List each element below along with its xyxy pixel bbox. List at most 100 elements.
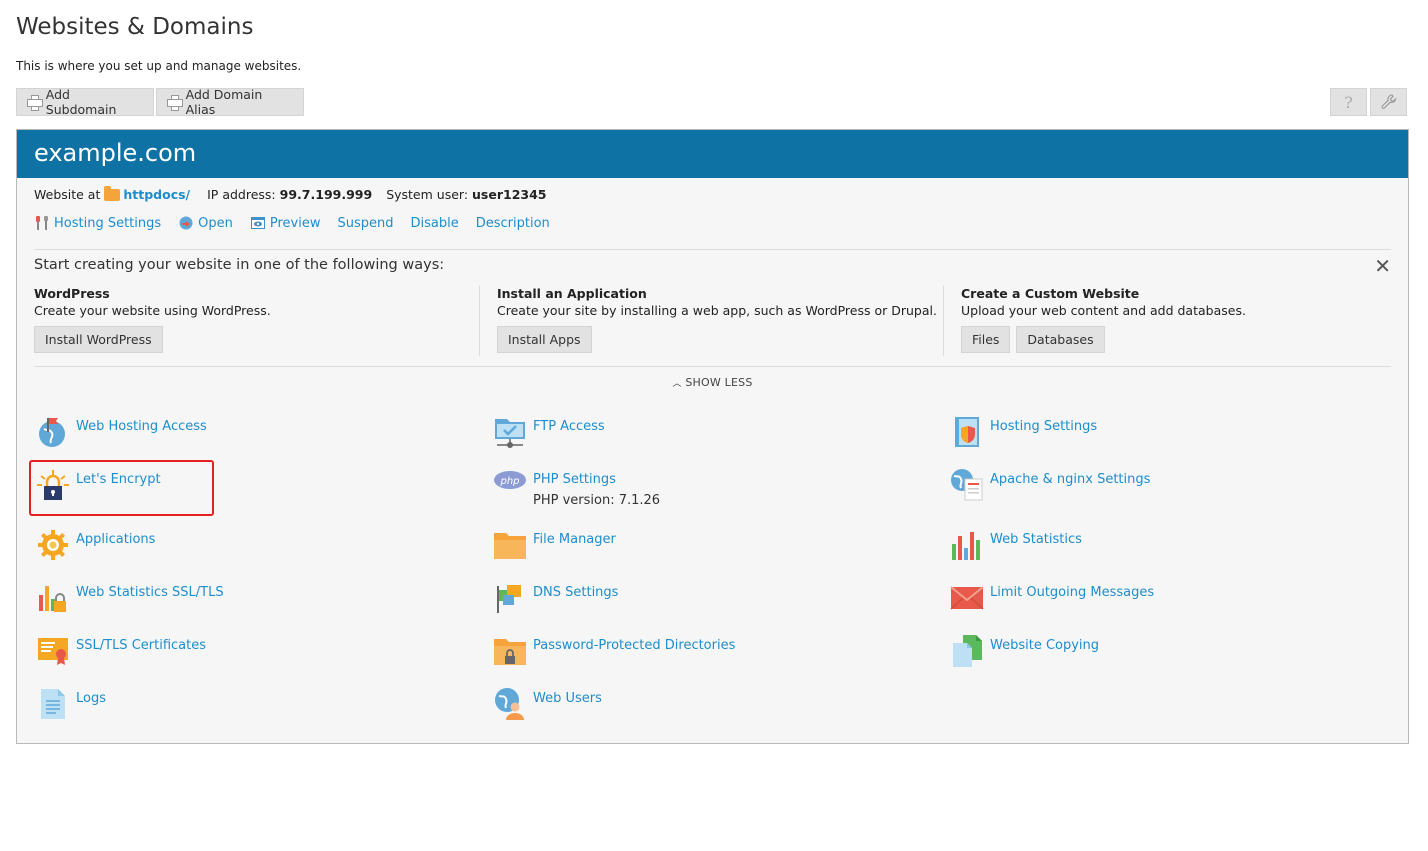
dns-flags-icon	[497, 585, 521, 613]
tool-web-users[interactable]: Web Users	[493, 687, 602, 721]
custom-website-option: Create a Custom Website Upload your web …	[961, 286, 1246, 353]
divider	[479, 286, 480, 356]
domain-panel: example.com Website at httpdocs/ IP addr…	[16, 129, 1409, 744]
tool-dns-settings[interactable]: DNS Settings	[493, 581, 618, 615]
gear-icon	[38, 530, 68, 560]
tool-file-manager[interactable]: File Manager	[493, 528, 616, 562]
tool-limit-outgoing-messages[interactable]: Limit Outgoing Messages	[950, 581, 1154, 615]
stats-lock-icon	[39, 586, 66, 612]
php-version: PHP version: 7.1.26	[533, 493, 661, 508]
globe-flag-icon	[39, 418, 65, 447]
ftp-access-link[interactable]: FTP Access	[533, 415, 605, 434]
install-wordpress-button[interactable]: Install WordPress	[34, 326, 163, 353]
description-link[interactable]: Description	[476, 216, 550, 231]
globe-server-icon	[951, 469, 983, 501]
files-button[interactable]: Files	[961, 326, 1011, 353]
preview-link[interactable]: Preview	[270, 216, 321, 231]
tool-apache-nginx[interactable]: Apache & nginx Settings	[950, 468, 1150, 502]
bar-chart-icon	[952, 532, 980, 560]
hosting-settings-link[interactable]: Hosting Settings	[990, 415, 1097, 434]
hosting-settings-link[interactable]: Hosting Settings	[54, 216, 161, 231]
settings-button[interactable]	[1370, 88, 1407, 116]
tool-applications[interactable]: Applications	[36, 528, 155, 562]
tools-icon	[36, 216, 48, 230]
svg-text:php: php	[499, 476, 519, 487]
add-subdomain-button[interactable]: Add Subdomain	[16, 87, 154, 117]
lets-encrypt-link[interactable]: Let's Encrypt	[76, 468, 161, 487]
envelope-icon	[950, 586, 984, 610]
website-copying-link[interactable]: Website Copying	[990, 634, 1099, 653]
preview-icon	[250, 217, 265, 229]
ip-value: 99.7.199.999	[279, 187, 373, 202]
domain-info: Website at httpdocs/ IP address: 99.7.19…	[34, 185, 547, 202]
folder-icon	[494, 533, 526, 559]
preview-action[interactable]: Preview	[250, 215, 321, 231]
tool-hosting-settings[interactable]: Hosting Settings	[950, 415, 1097, 449]
open-action[interactable]: Open	[178, 215, 233, 231]
tool-lets-encrypt[interactable]: Let's Encrypt	[36, 468, 161, 502]
suspend-link[interactable]: Suspend	[338, 216, 394, 231]
wordpress-title: WordPress	[34, 286, 110, 301]
install-apps-button[interactable]: Install Apps	[497, 326, 592, 353]
disable-action[interactable]: Disable	[411, 216, 459, 231]
open-link[interactable]: Open	[198, 216, 233, 231]
tool-web-statistics-ssl[interactable]: Web Statistics SSL/TLS	[36, 581, 224, 615]
description-action[interactable]: Description	[476, 216, 550, 231]
tool-password-protected-directories[interactable]: Password-Protected Directories	[493, 634, 735, 668]
tool-logs[interactable]: Logs	[36, 687, 106, 721]
website-at-label: Website at	[34, 187, 101, 202]
tool-web-hosting-access[interactable]: Web Hosting Access	[36, 415, 207, 449]
divider	[943, 286, 944, 356]
add-domain-alias-button[interactable]: Add Domain Alias	[156, 87, 304, 117]
question-icon: ?	[1344, 92, 1353, 112]
php-settings-link[interactable]: PHP Settings	[533, 468, 660, 487]
start-title: Start creating your website in one of th…	[34, 257, 445, 273]
add-subdomain-label: Add Subdomain	[45, 87, 117, 117]
chevron-up-icon: ︿	[672, 379, 682, 389]
applications-link[interactable]: Applications	[76, 528, 155, 547]
tool-php-settings[interactable]: php PHP Settings PHP version: 7.1.26	[493, 468, 660, 508]
logs-link[interactable]: Logs	[76, 687, 106, 706]
add-domain-alias-label: Add Domain Alias	[185, 87, 263, 117]
hosting-settings-action[interactable]: Hosting Settings	[34, 215, 161, 231]
install-app-option: Install an Application Create your site …	[497, 286, 937, 353]
copy-pages-icon	[953, 635, 982, 667]
dns-settings-link[interactable]: DNS Settings	[533, 581, 618, 600]
suspend-action[interactable]: Suspend	[338, 216, 394, 231]
system-user-value: user12345	[472, 187, 547, 202]
certificate-icon	[38, 638, 68, 665]
folder-icon	[104, 185, 121, 201]
log-file-icon	[41, 689, 65, 719]
page-description: This is where you set up and manage webs…	[16, 59, 302, 73]
web-users-link[interactable]: Web Users	[533, 687, 602, 706]
install-app-title: Install an Application	[497, 286, 647, 301]
tool-ftp-access[interactable]: FTP Access	[493, 415, 605, 449]
show-less-toggle[interactable]: ︿ SHOW LESS	[34, 366, 1391, 389]
tool-website-copying[interactable]: Website Copying	[950, 634, 1099, 668]
plus-icon	[167, 95, 183, 111]
ssl-certificates-link[interactable]: SSL/TLS Certificates	[76, 634, 206, 653]
disable-link[interactable]: Disable	[411, 216, 459, 231]
tool-web-statistics[interactable]: Web Statistics	[950, 528, 1082, 562]
password-protected-directories-link[interactable]: Password-Protected Directories	[533, 634, 735, 653]
help-button[interactable]: ?	[1330, 88, 1367, 116]
tool-ssl-certificates[interactable]: SSL/TLS Certificates	[36, 634, 206, 668]
web-statistics-ssl-link[interactable]: Web Statistics SSL/TLS	[76, 581, 224, 600]
file-manager-link[interactable]: File Manager	[533, 528, 616, 547]
domain-actions: Hosting Settings Open Preview Suspend Di…	[34, 215, 567, 231]
page-title: Websites & Domains	[16, 14, 254, 40]
php-icon: php	[494, 471, 526, 489]
web-statistics-link[interactable]: Web Statistics	[990, 528, 1082, 547]
close-icon[interactable]: ✕	[1374, 254, 1391, 278]
databases-button[interactable]: Databases	[1016, 326, 1105, 353]
show-less-label: SHOW LESS	[685, 376, 753, 389]
lock-sun-icon	[37, 470, 69, 500]
web-hosting-access-link[interactable]: Web Hosting Access	[76, 415, 207, 434]
httpdocs-link[interactable]: httpdocs/	[123, 187, 190, 202]
wrench-icon	[1381, 94, 1396, 109]
system-user-label: System user:	[386, 187, 469, 202]
locked-folder-icon	[494, 639, 526, 665]
apache-nginx-link[interactable]: Apache & nginx Settings	[990, 468, 1150, 487]
domain-name: example.com	[17, 130, 1408, 178]
limit-outgoing-messages-link[interactable]: Limit Outgoing Messages	[990, 581, 1154, 600]
